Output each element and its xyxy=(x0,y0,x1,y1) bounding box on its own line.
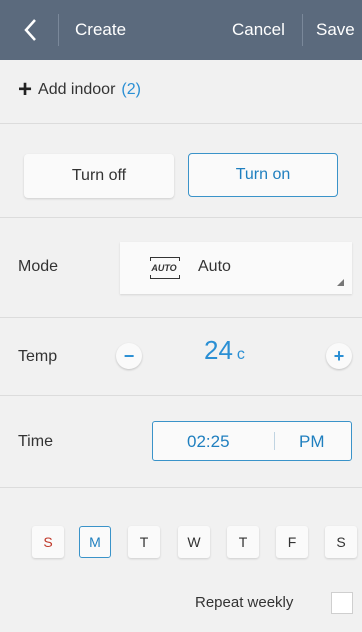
add-indoor-button[interactable]: + Add indoor (2) xyxy=(18,76,141,103)
time-divider xyxy=(274,432,275,450)
temp-row: Temp − 24 c + xyxy=(0,318,362,396)
day-button-wed[interactable]: W xyxy=(178,526,210,558)
mode-select[interactable]: AUTO Auto xyxy=(120,242,352,294)
plus-icon: + xyxy=(333,345,345,366)
mode-row: Mode AUTO Auto xyxy=(0,218,362,318)
day-button-sat[interactable]: S xyxy=(325,526,357,558)
day-button-fri[interactable]: F xyxy=(276,526,308,558)
time-picker[interactable]: 02:25 PM xyxy=(152,421,352,461)
temp-unit: c xyxy=(236,346,245,363)
repeat-weekly-checkbox[interactable] xyxy=(331,592,353,614)
back-button[interactable] xyxy=(18,17,44,43)
auto-mode-icon: AUTO xyxy=(150,257,180,279)
repeat-weekly-label: Repeat weekly xyxy=(195,594,294,611)
power-row: Turn off Turn on xyxy=(0,124,362,218)
temp-label: Temp xyxy=(18,348,58,365)
time-row: Time 02:25 PM xyxy=(0,396,362,488)
minus-icon: − xyxy=(123,345,135,366)
temp-value: 24 xyxy=(204,335,233,365)
temp-increase-button[interactable]: + xyxy=(326,343,352,369)
day-button-tue[interactable]: T xyxy=(128,526,160,558)
divider xyxy=(58,14,59,46)
save-button[interactable]: Save xyxy=(316,20,355,40)
plus-icon: + xyxy=(18,76,33,103)
auto-icon-text: AUTO xyxy=(151,263,177,273)
divider xyxy=(302,14,303,46)
day-button-sun[interactable]: S xyxy=(32,526,64,558)
dropdown-corner-icon xyxy=(337,279,344,286)
indoor-count: (2) xyxy=(121,81,141,98)
time-value[interactable]: 02:25 xyxy=(187,432,230,452)
turn-off-button[interactable]: Turn off xyxy=(24,154,174,198)
turn-on-button[interactable]: Turn on xyxy=(188,153,338,197)
day-button-mon[interactable]: M xyxy=(79,526,111,558)
temp-display: 24 c xyxy=(204,335,245,366)
add-indoor-label: Add indoor xyxy=(38,81,116,98)
cancel-button[interactable]: Cancel xyxy=(232,20,285,40)
mode-label: Mode xyxy=(18,258,59,275)
page-title: Create xyxy=(75,20,127,39)
mode-value: Auto xyxy=(198,258,231,275)
day-button-thu[interactable]: T xyxy=(227,526,259,558)
temp-decrease-button[interactable]: − xyxy=(116,343,142,369)
time-label: Time xyxy=(18,433,53,450)
chevron-left-icon xyxy=(24,19,36,41)
top-bar: Create Cancel Save xyxy=(0,0,362,60)
days-section: S M T W T F S Repeat weekly xyxy=(0,488,362,632)
time-period[interactable]: PM xyxy=(299,432,325,452)
add-indoor-row: + Add indoor (2) xyxy=(0,60,362,124)
